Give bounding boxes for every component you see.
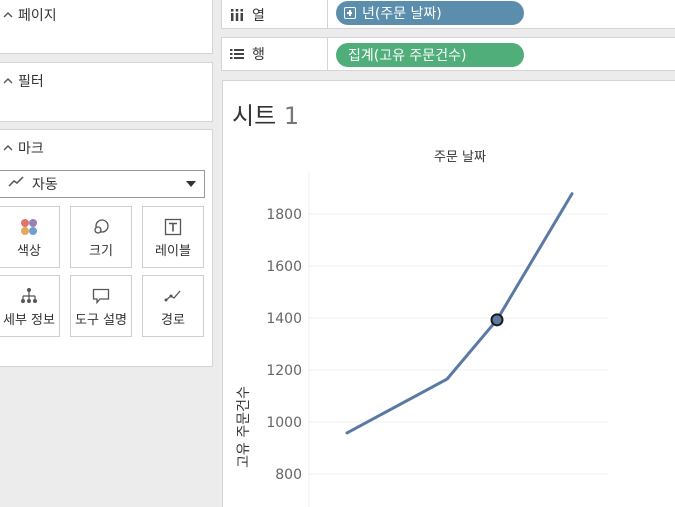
- rows-shelf-label: 행: [252, 47, 265, 63]
- detail-icon: [19, 286, 39, 306]
- rows-shelf-label-area: 행: [222, 38, 328, 70]
- label-button[interactable]: 레이블: [142, 206, 204, 268]
- rows-pill-label: 집계(고유 주문건수): [348, 48, 467, 64]
- y-axis-ticks: 800 1000 1200 1400 1600 1800: [266, 207, 302, 483]
- data-point[interactable]: [570, 192, 574, 196]
- color-dots-icon: [19, 217, 39, 237]
- line-chart[interactable]: 주문 날짜 800 1000 1200 1400 1600 1800 고유 주문건수: [223, 81, 675, 507]
- line-mark-icon: [8, 176, 24, 192]
- gridlines: [309, 213, 609, 475]
- path-icon: [163, 286, 183, 306]
- pages-title: 페이지: [18, 8, 57, 24]
- columns-shelf-label-area: 열: [222, 0, 328, 28]
- columns-pill[interactable]: 년(주문 날짜): [336, 1, 524, 25]
- chart-title: 주문 날짜: [434, 150, 486, 165]
- size-button-label: 크기: [89, 244, 113, 259]
- path-button[interactable]: 경로: [142, 275, 204, 337]
- path-button-label: 경로: [161, 313, 185, 328]
- columns-shelf[interactable]: 열 년(주문 날짜): [221, 0, 675, 29]
- data-point[interactable]: [445, 377, 449, 381]
- mark-type-dropdown[interactable]: 자동: [0, 170, 205, 198]
- tooltip-icon: [91, 286, 111, 306]
- data-point[interactable]: [345, 431, 349, 435]
- y-tick-label: 1200: [266, 363, 302, 379]
- tooltip-button[interactable]: 도구 설명: [70, 275, 132, 337]
- series-line[interactable]: [345, 192, 574, 435]
- detail-button[interactable]: 세부 정보: [0, 275, 60, 337]
- color-button-label: 색상: [17, 244, 41, 259]
- marks-card: 마크 자동 색상 크기 레이블 세부 정보 도구 설명 경로: [0, 129, 213, 367]
- expand-plus-icon[interactable]: [344, 7, 356, 19]
- columns-pill-label: 년(주문 날짜): [362, 6, 442, 22]
- rows-icon: [230, 48, 244, 60]
- collapse-caret-icon[interactable]: [2, 77, 18, 85]
- detail-button-label: 세부 정보: [3, 313, 55, 328]
- filters-card: 필터: [0, 62, 213, 122]
- y-tick-label: 1600: [266, 259, 302, 275]
- rows-pill[interactable]: 집계(고유 주문건수): [336, 43, 524, 67]
- y-tick-label: 1000: [266, 415, 302, 431]
- marks-header[interactable]: 마크: [0, 134, 212, 162]
- y-tick-label: 800: [275, 467, 302, 483]
- highlighted-data-point[interactable]: [490, 313, 504, 327]
- chevron-down-icon: [186, 181, 196, 187]
- collapse-caret-icon[interactable]: [2, 144, 18, 152]
- color-button[interactable]: 색상: [0, 206, 60, 268]
- filters-title: 필터: [18, 74, 44, 90]
- tooltip-button-label: 도구 설명: [75, 313, 127, 328]
- mark-type-label: 자동: [32, 177, 58, 193]
- pages-header[interactable]: 페이지: [0, 1, 212, 29]
- pages-card: 페이지: [0, 0, 213, 54]
- series-group[interactable]: [345, 192, 574, 435]
- filters-header[interactable]: 필터: [0, 67, 212, 95]
- sheet-view[interactable]: 시트 1 주문 날짜 800 1000 1200 1400 1600 1800 고유 주문…: [222, 80, 675, 507]
- collapse-caret-icon[interactable]: [2, 11, 18, 19]
- y-tick-label: 1400: [266, 311, 302, 327]
- y-tick-label: 1800: [266, 207, 302, 223]
- y-axis-label: 고유 주문건수: [236, 386, 252, 468]
- label-text-icon: [163, 217, 183, 237]
- columns-shelf-label: 열: [252, 8, 265, 24]
- size-button[interactable]: 크기: [70, 206, 132, 268]
- label-button-label: 레이블: [155, 244, 191, 259]
- marks-title: 마크: [18, 141, 44, 157]
- size-icon: [91, 217, 111, 237]
- columns-icon: [230, 8, 244, 22]
- rows-shelf[interactable]: 행 집계(고유 주문건수): [221, 37, 675, 71]
